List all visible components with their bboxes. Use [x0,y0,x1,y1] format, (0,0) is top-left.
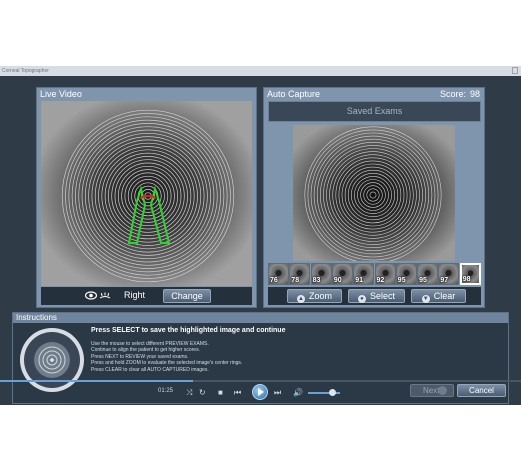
preview-thumbnail[interactable]: 83 [310,263,332,285]
eye-image [41,101,252,286]
thumbnail-score: 76 [270,277,278,284]
media-progress-fill [0,380,193,382]
preview-thumbnail[interactable]: 90 [331,263,353,285]
select-label: Select [369,291,395,301]
instructions-header: Instructions [13,313,508,323]
clear-label: Clear [433,291,456,301]
eyelash-icon [99,292,111,299]
change-button[interactable]: Change [163,289,211,303]
instructions-text: Use the mouse to select different PREVIE… [91,341,242,373]
play-button[interactable] [252,384,268,400]
live-video-feed [41,101,252,286]
thumbnail-score: 95 [419,277,427,284]
preview-thumbnail[interactable]: 78 [289,263,311,285]
repeat-icon[interactable]: ↻ [199,387,206,399]
previous-icon[interactable]: ⏮ [234,387,241,399]
preview-thumbnail[interactable]: 91 [353,263,375,285]
eye-side-label: Right [124,290,146,300]
preview-thumbnail[interactable]: 98 [459,263,481,285]
auto-capture-panel: Auto Capture Score: 98 Saved Exams 76 78 83… [263,87,485,308]
eye-icon [85,291,97,300]
thumbnail-score: 83 [312,277,321,284]
window-maximize-button[interactable] [512,67,518,74]
auto-capture-title: Auto Capture [267,89,321,99]
thumbnail-score: 95 [397,277,406,284]
capture-preview [293,125,455,261]
media-controls: 01:25 ⤨ ↻ ■ ⏮ ⏭ 🔊 [0,384,521,402]
volume-icon[interactable]: 🔊 [293,387,303,399]
saved-exams-button[interactable]: Saved Exams [268,101,481,122]
media-time: 01:25 [158,388,174,394]
preview-thumbnail[interactable]: 95 [395,263,417,285]
stop-icon[interactable]: ■ [218,387,223,399]
live-video-panel: Live Video Right Change [36,87,257,308]
shuffle-icon[interactable]: ⤨ [186,387,192,399]
instruction-line: Press and hold ZOOM to evaluate the sele… [91,360,243,367]
clear-button[interactable]: ▼ Clear [411,289,466,303]
preview-thumbnail[interactable]: 92 [374,263,396,285]
zoom-button[interactable]: ▲ Zoom [287,289,342,303]
live-video-title: Live Video [40,89,82,99]
next-track-icon[interactable]: ⏭ [274,387,281,399]
auto-capture-toolbar: ▲ Zoom ● Select ▼ Clear [268,287,481,305]
preview-thumbnail[interactable]: 97 [438,263,460,285]
preview-thumbnail[interactable]: 76 [268,263,289,285]
select-icon: ● [357,295,366,303]
score-value: 98 [469,89,480,99]
thumbnail-score: 90 [333,277,342,284]
thumbnail-score: 97 [440,277,449,284]
preview-thumbnails: 76 78 83 90 91 92 95 95 97 98 [268,263,481,285]
thumbnail-score: 98 [462,276,471,283]
thumbnail-score: 92 [376,277,385,284]
instructions-heading: Press SELECT to save the highlighted ima… [91,327,286,334]
instruction-line: Press CLEAR to clear all AUTO CAPTURED i… [91,366,209,373]
zoom-label: Zoom [308,291,332,301]
live-video-toolbar: Right Change [41,287,252,305]
thumbnail-score: 78 [291,277,300,284]
score-display: Score: 98 [440,89,480,99]
select-button[interactable]: ● Select [348,289,405,303]
volume-knob[interactable] [329,389,336,396]
preview-thumbnail[interactable]: 95 [417,263,439,285]
zoom-icon: ▲ [296,295,305,303]
clear-icon: ▼ [421,295,430,303]
window-titlebar: Corneal Topographer [0,66,521,76]
score-label: Score: [439,89,466,99]
thumbnail-score: 91 [355,277,363,284]
captured-eye-image [293,125,455,261]
instructions-title: Instructions [16,313,57,322]
media-progress-bar[interactable] [0,380,521,382]
window-title: Corneal Topographer [2,68,49,74]
